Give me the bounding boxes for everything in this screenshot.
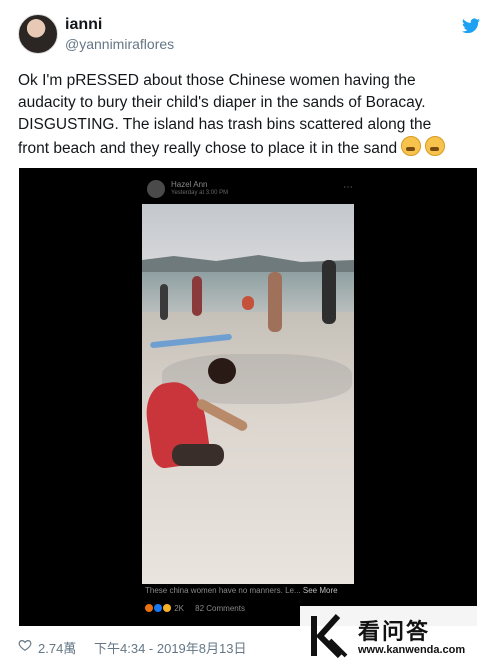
avatar[interactable] [18,14,58,54]
watermark-site-name: 看问答 [358,619,431,644]
site-watermark: 看问答 www.kanwenda.com [300,606,497,668]
like-count: 2.74萬 [38,641,77,656]
tweet-line: Ok I'm pRESSED about those Chinese women… [18,72,416,89]
caption-text: These china women have no manners. Le... [145,586,301,595]
tweet-header: ianni @yannimiraflores [18,14,480,62]
reactions-bar: 2K 82 Comments [145,604,245,613]
twitter-bird-icon[interactable] [462,18,480,34]
tweet-line: front beach and they really chose to pla… [18,136,480,160]
tweet-line: DISGUSTING. The island has trash bins sc… [18,116,432,133]
haha-reaction-icon [163,604,171,612]
beachgoer [160,284,168,320]
beachgoer [242,296,254,310]
poster-time: Yesterday at 3:00 PM [171,190,229,196]
tweet-timestamp[interactable]: 下午4:34 - 2019年8月13日 [94,638,246,657]
more-options-icon: ⋯ [343,182,357,193]
comment-count: 82 Comments [195,604,245,613]
see-more-link: See More [302,586,338,595]
beachgoer [322,260,336,324]
woman-head [208,358,236,384]
kanwenda-logo-icon [311,613,348,659]
tweet-media-image[interactable]: Hazel Ann Yesterday at 3:00 PM ⋯ These c… [19,168,477,626]
heart-icon[interactable] [18,638,32,652]
tired-face-emoji-icon [401,136,422,156]
angry-reaction-icon [145,604,153,612]
user-handle[interactable]: @yannimiraflores [65,36,174,52]
reaction-count: 2K [174,604,185,613]
poster-avatar [147,180,165,198]
poster-name: Hazel Ann [171,180,208,189]
tweet-line: audacity to bury their child's diaper in… [18,94,426,111]
display-name[interactable]: ianni [65,16,102,34]
tweet-line-text: front beach and they really chose to pla… [18,140,398,157]
tired-face-emoji-icon [425,136,446,156]
like-reaction-icon [154,604,162,612]
woman-legs [172,444,224,466]
video-caption: These china women have no manners. Le...… [145,586,355,595]
tweet-text: Ok I'm pRESSED about those Chinese women… [18,70,480,160]
beachgoer [268,272,282,332]
beachgoer [192,276,202,316]
beach-video-frame [142,204,354,584]
watermark-url: www.kanwenda.com [358,644,466,656]
